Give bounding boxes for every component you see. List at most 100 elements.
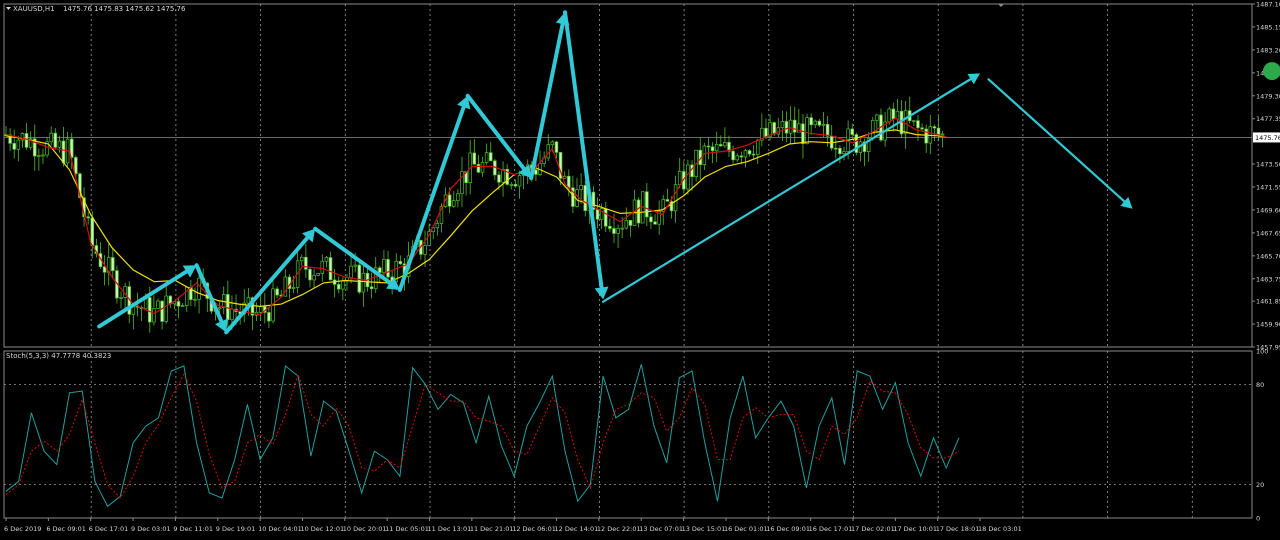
chart-window[interactable]: 1487.101485.151483.201481.251479.301477.… [0,0,1280,536]
candle-body [776,127,781,135]
candle-body [616,227,620,234]
candle-body [645,191,649,218]
candle-body [780,121,785,129]
candle-body [226,294,230,320]
price-tick-label: 1467.65 [1256,229,1280,237]
candle-body [805,117,809,145]
candle-body [90,217,95,246]
time-axis-label: 9 Dec 03:01 [131,525,171,533]
candle-body [706,145,711,148]
candle-body [230,308,234,320]
trend-arrow-line[interactable] [97,269,189,329]
annotation-arrows[interactable] [97,10,1133,335]
candle-body [156,300,160,309]
shift-marker-icon[interactable] [998,4,1004,7]
candle-body [579,185,583,190]
candle-body [86,216,90,219]
candle-body [813,120,818,126]
symbol-menu-icon[interactable] [6,7,11,10]
time-grid [90,4,1193,518]
candle-body [821,123,826,126]
candle-body [895,110,900,120]
candle-body [435,223,440,229]
price-tick-label: 1465.70 [1256,252,1280,260]
price-tick-label: 1469.60 [1256,206,1280,214]
candle-body [16,139,21,150]
candle-body [583,185,587,211]
stoch-level-label: 0 [1256,515,1260,523]
candle-body [176,301,181,307]
candle-body [801,123,805,145]
candle-body [452,200,456,207]
candle-body [756,139,760,156]
candle-body [936,127,941,136]
candle-body [834,147,838,150]
candle-body [871,120,875,139]
price-tick-label: 1463.75 [1256,275,1280,283]
time-axis-label: 11 Dec 13:01 [428,525,472,533]
candle-body [341,280,345,290]
chart-canvas[interactable]: 1487.101485.151483.201481.251479.301477.… [0,0,1280,536]
time-axis-label: 17 Dec 02:01 [851,525,895,533]
candle-body [788,119,793,134]
candle-body [924,128,928,144]
candle-body [735,155,739,161]
candle-body [850,128,854,135]
candle-body [193,298,197,301]
trend-arrow-line[interactable] [563,10,604,290]
time-axis-label: 10 Dec 04:01 [258,525,302,533]
stoch-signal-line [5,372,960,499]
ohlc-label: 1475.76 1475.83 1475.62 1475.76 [63,5,186,13]
candle-body [57,140,62,148]
candle-body [912,120,916,122]
candle-body [119,297,123,299]
candle-body [932,126,937,129]
candle-body [723,142,727,147]
candle-body [61,140,66,164]
trade-badge-icon[interactable] [1263,62,1280,81]
candle-body [772,122,776,135]
time-axis-label: 6 Dec 2019 [4,525,41,533]
time-axis-label: 16 Dec 09:01 [766,525,810,533]
candle-body [636,199,641,224]
candle-body [349,265,353,278]
candle-body [710,146,715,152]
candle-body [324,257,329,262]
candle-body [37,155,41,157]
price-tick-label: 1461.85 [1256,298,1280,306]
candle-body [940,133,945,136]
candle-body [160,300,164,322]
stoch-level-label: 20 [1256,481,1264,489]
candle-body [217,307,222,310]
candle-body [480,162,485,173]
candle-body [316,272,320,276]
time-axis-label: 18 Dec 03:01 [978,525,1022,533]
candle-body [612,228,616,234]
time-axis-label: 17 Dec 18:01 [936,525,980,533]
candle-body [719,144,723,147]
candle-body [653,221,657,225]
price-tick-label: 1479.30 [1256,92,1280,100]
candle-body [353,264,357,267]
candle-body [275,288,279,296]
candle-body [624,220,629,229]
candle-body [509,184,514,186]
price-tick-label: 1483.20 [1256,46,1280,54]
candle-body [792,119,797,133]
time-axis-label: 12 Dec 22:01 [597,525,641,533]
time-axis-label: 17 Dec 10:01 [893,525,937,533]
candle-body [686,164,690,190]
candle-body [386,259,390,278]
time-axis-label: 6 Dec 17:01 [89,525,129,533]
trend-arrow-line[interactable] [987,78,1126,203]
time-axis-label: 13 Dec 07:01 [639,525,683,533]
candle-body [497,174,501,183]
candle-body [267,312,271,322]
trend-arrow-head[interactable] [594,286,609,300]
candle-body [378,267,382,273]
candle-body [258,306,263,313]
candle-body [875,114,879,121]
candle-body [456,193,460,202]
candle-body [534,169,538,175]
trend-arrow-line[interactable] [224,235,310,335]
